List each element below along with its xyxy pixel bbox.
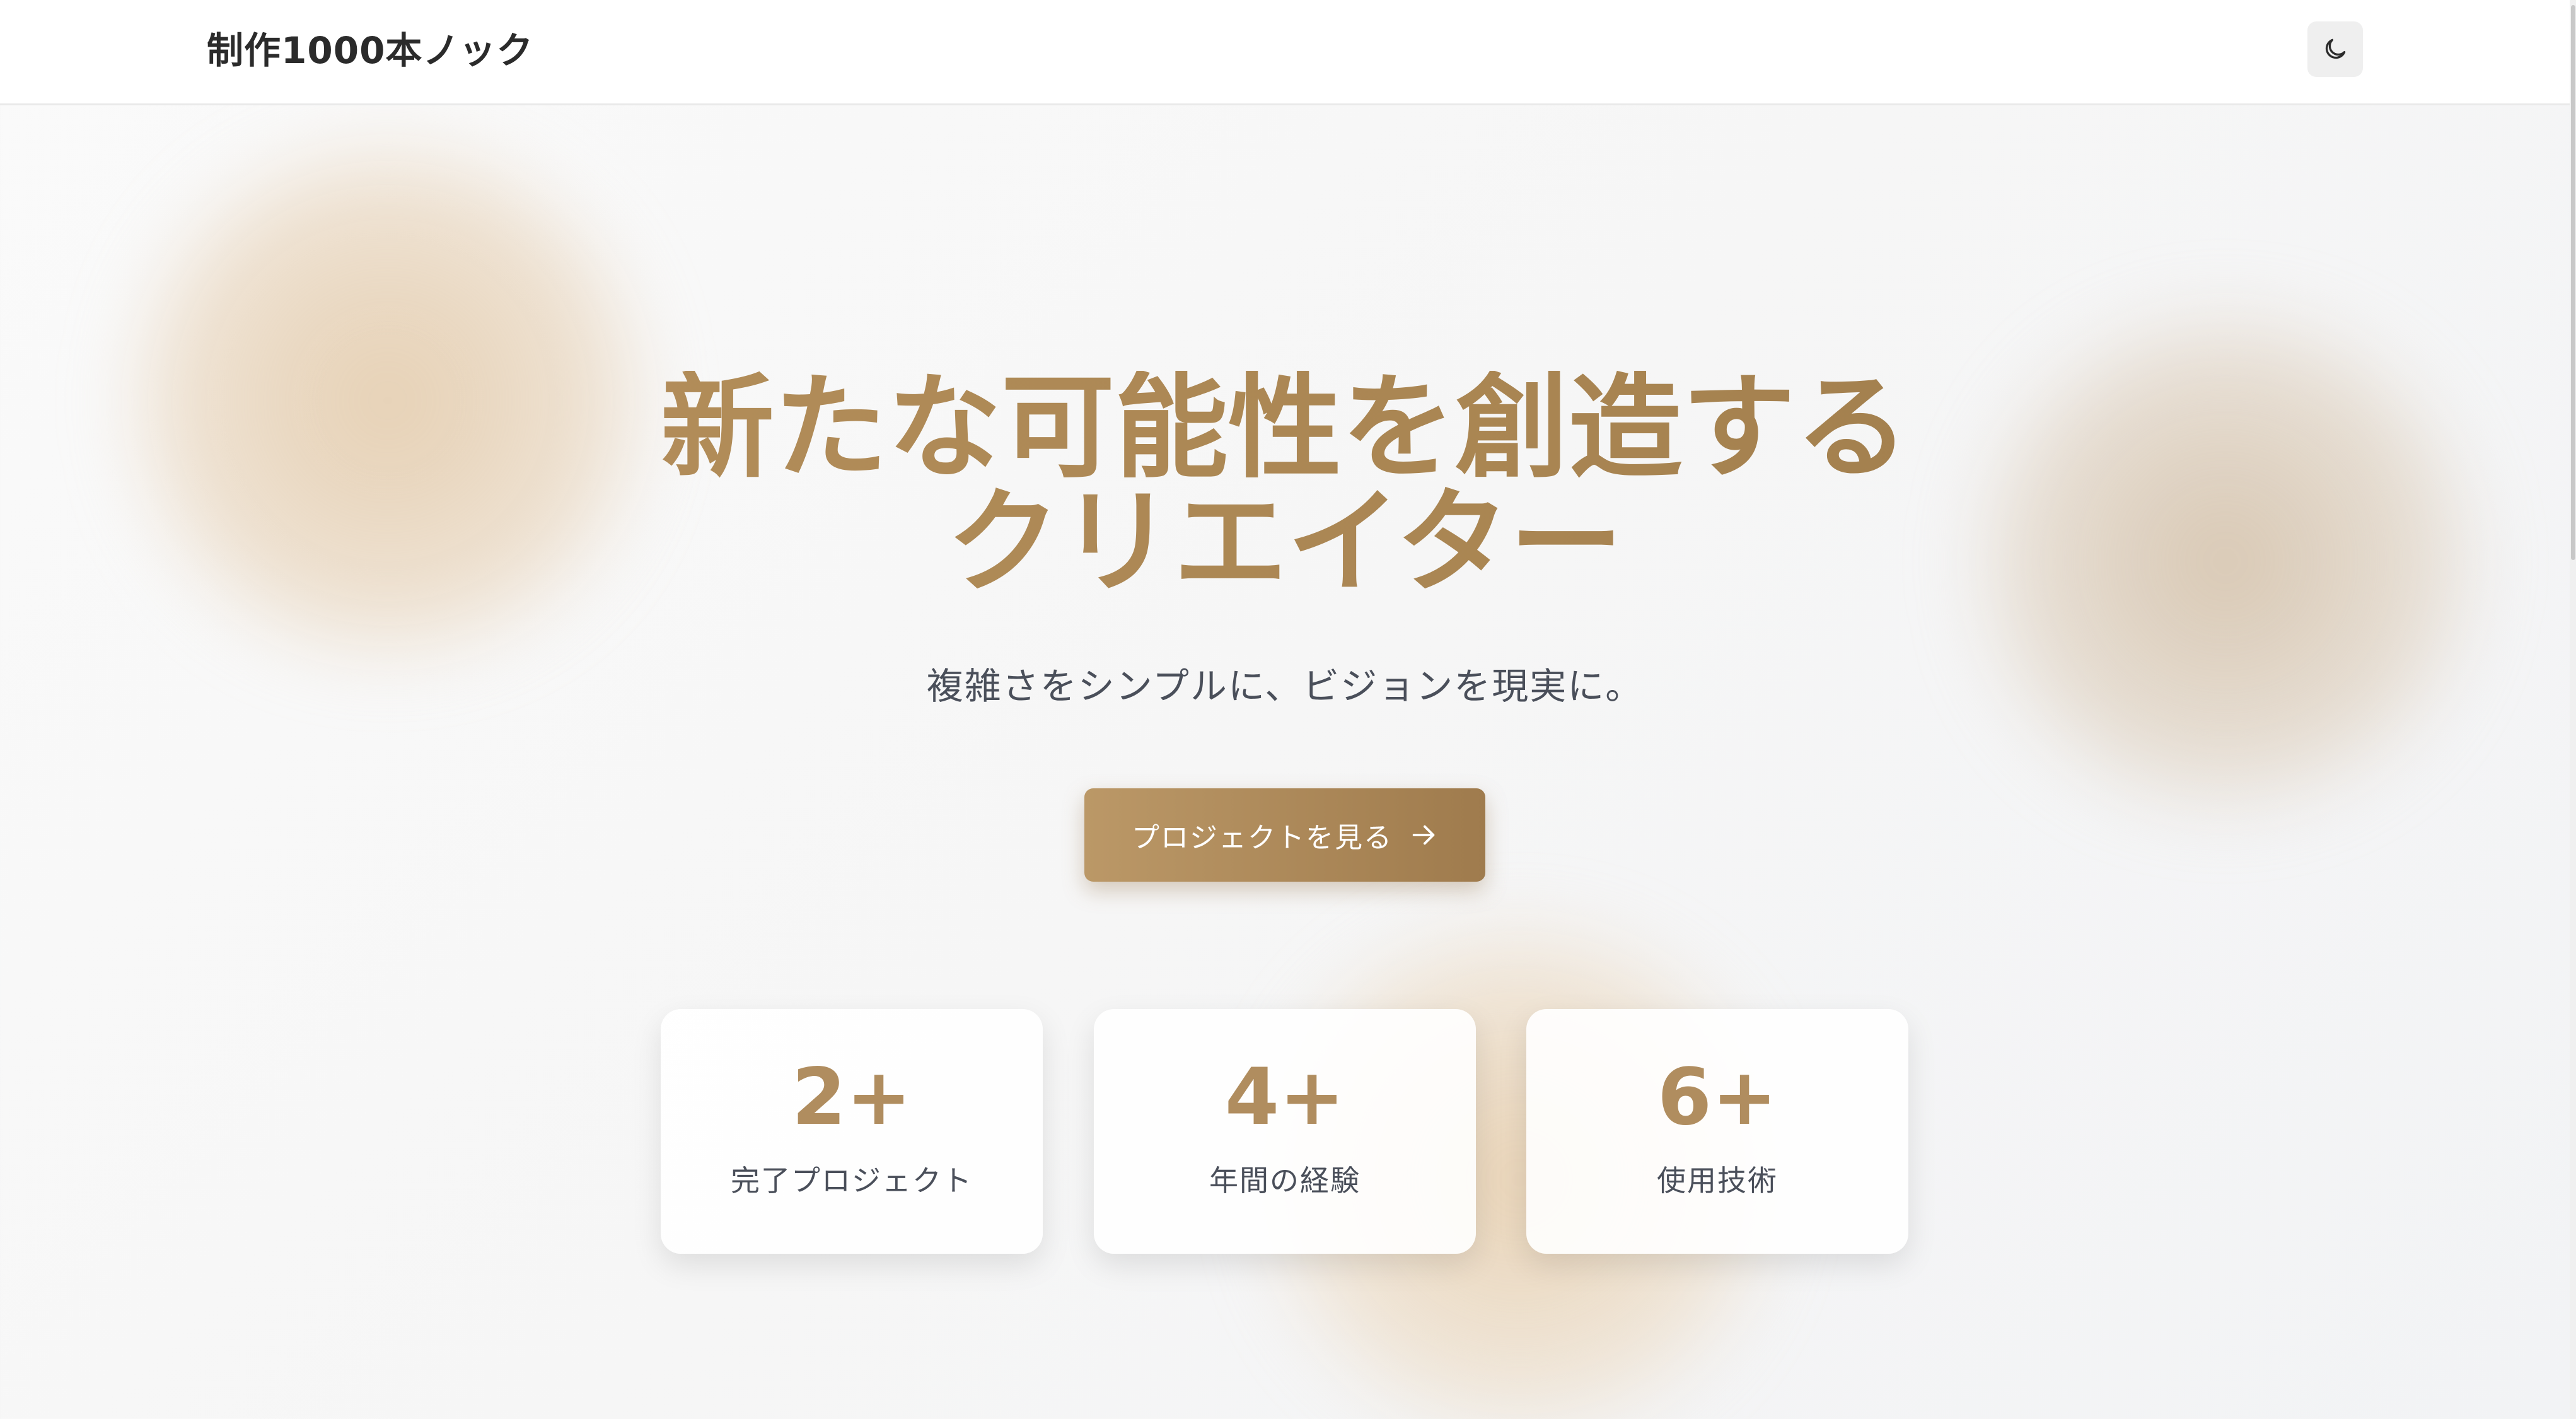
stat-card-projects: 2+ 完了プロジェクト	[661, 1009, 1043, 1254]
stat-label: 完了プロジェクト	[731, 1164, 973, 1198]
theme-toggle-button[interactable]	[2307, 21, 2363, 77]
view-projects-button-label: プロジェクトを見る	[1132, 822, 1393, 854]
site-header: 制作1000本ノック	[0, 0, 2576, 105]
stat-label: 年間の経験	[1209, 1164, 1361, 1198]
hero-title: 新たな可能性を創造する クリエイター	[0, 371, 2570, 600]
stat-value: 2+	[791, 1052, 912, 1143]
stat-value: 4+	[1224, 1052, 1345, 1143]
moon-icon	[2325, 38, 2346, 59]
hero-subtitle: 複雑さをシンプルに、ビジョンを現実に。	[926, 665, 1644, 708]
hero-title-line-2: クリエイター	[946, 477, 1623, 609]
stat-card-experience: 4+ 年間の経験	[1094, 1009, 1476, 1254]
stat-value: 6+	[1657, 1052, 1778, 1143]
hero-title-line-1: 新たな可能性を創造する	[660, 362, 1909, 494]
site-logo[interactable]: 制作1000本ノック	[207, 25, 533, 76]
scrollbar-thumb[interactable]	[2571, 5, 2575, 560]
stat-card-technologies: 6+ 使用技術	[1526, 1009, 1908, 1254]
arrow-right-icon	[1412, 825, 1435, 845]
view-projects-button[interactable]: プロジェクトを見る	[1084, 788, 1485, 882]
stat-label: 使用技術	[1657, 1164, 1778, 1198]
